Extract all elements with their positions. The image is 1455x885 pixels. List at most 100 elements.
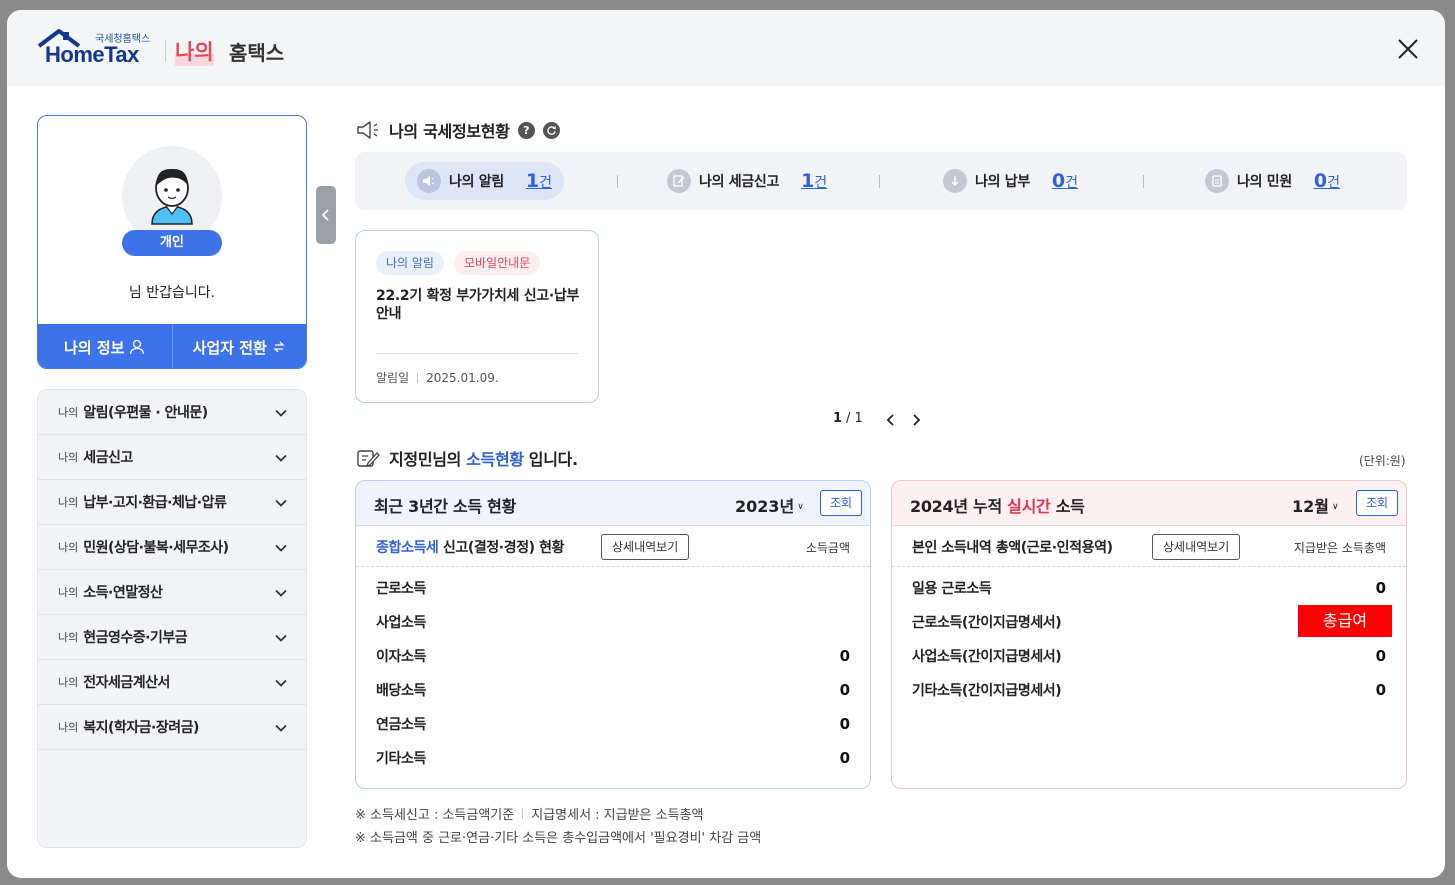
status-divider xyxy=(617,175,618,188)
chevron-left-icon[interactable] xyxy=(884,413,898,427)
status-label: 나의 알림 xyxy=(449,174,504,190)
menu-item-prefix: 나의 xyxy=(58,631,79,644)
logo-divider xyxy=(165,40,166,62)
close-icon[interactable] xyxy=(1395,36,1421,62)
query-button[interactable]: 조회 xyxy=(820,490,862,516)
menu-item-notices[interactable]: 나의 알림(우편물 · 안내문) xyxy=(38,390,306,435)
row-value: 0 xyxy=(839,647,850,665)
my-info-label: 나의 정보 xyxy=(64,338,125,357)
megaphone-icon xyxy=(357,121,378,139)
menu-item-prefix: 나의 xyxy=(58,721,79,734)
status-count[interactable]: 0건 xyxy=(1052,170,1078,192)
income-rows: 일용 근로소득 0 근로소득(간이지급명세서) 총급여 사업소득(간이지급명세서) 0… xyxy=(892,573,1406,709)
clipboard-icon xyxy=(1205,169,1229,193)
my-info-button[interactable]: 나의 정보 xyxy=(38,324,172,368)
status-label: 나의 세금신고 xyxy=(699,174,780,190)
divider xyxy=(417,372,419,383)
menu-item-label: 민원(상담·불복·세무조사) xyxy=(83,540,229,556)
query-button[interactable]: 조회 xyxy=(1356,490,1398,516)
help-icon[interactable]: ? xyxy=(517,121,535,139)
table-row: 근로소득 xyxy=(356,573,870,607)
year-select[interactable]: 2023년 ∨ xyxy=(735,493,804,517)
row-label: 근로소득(간이지급명세서) xyxy=(912,615,1062,631)
hometax-logo[interactable]: 국세청홈택스 HomeTax xyxy=(37,28,157,72)
status-my-tax-filing[interactable]: 나의 세금신고 1건 xyxy=(655,162,839,200)
panel-subtitle: 본인 소득내역 총액(근로·인적용역) xyxy=(912,540,1113,556)
month-select[interactable]: 12월 ∨ xyxy=(1292,493,1339,517)
row-label: 기타소득(간이지급명세서) xyxy=(912,683,1062,699)
personal-badge: 개인 xyxy=(122,230,222,256)
menu-item-label: 납부·고지·환급·체납·압류 xyxy=(83,495,227,511)
brand-my-text: 나의 xyxy=(175,36,214,66)
edit-document-icon xyxy=(667,169,691,193)
status-count[interactable]: 1건 xyxy=(801,170,827,192)
month-select-value: 12월 xyxy=(1292,497,1329,516)
unit-label: (단위:원) xyxy=(1359,454,1406,468)
footnote-text: ※ 소득세신고 : 소득금액기준 xyxy=(355,808,515,823)
menu-item-civil-affairs[interactable]: 나의 민원(상담·불복·세무조사) xyxy=(38,525,306,570)
menu-item-income[interactable]: 나의 소득·연말정산 xyxy=(38,570,306,615)
table-row: 사업소득 xyxy=(356,607,870,641)
menu-item-label: 복지(학자금·장려금) xyxy=(83,720,199,736)
chevron-down-icon: ∨ xyxy=(1332,502,1339,512)
menu-item-tax-filing[interactable]: 나의 세금신고 xyxy=(38,435,306,480)
profile-card: 개인 님 반갑습니다. 나의 정보 사업자 전환 xyxy=(37,115,307,369)
row-label: 근로소득 xyxy=(376,581,426,597)
year-select-value: 2023년 xyxy=(735,497,795,516)
subtitle-highlight: 종합소득세 xyxy=(376,540,439,556)
switch-business-button[interactable]: 사업자 전환 xyxy=(171,324,307,368)
title-prefix: 2024년 누적 xyxy=(910,497,1002,516)
income-title-highlight: 소득현황 xyxy=(466,450,524,469)
income-3year-panel: 최근 3년간 소득 현황 2023년 ∨ 조회 종합소득세 신고(결정·경정) 현… xyxy=(355,480,871,789)
notice-card[interactable]: 나의 알림 모바일안내문 22.2기 확정 부가가치세 신고·납부 안내 알림일… xyxy=(355,230,599,403)
row-label: 사업소득 xyxy=(376,615,426,631)
status-label: 나의 민원 xyxy=(1237,174,1292,190)
notice-date: 2025.01.09. xyxy=(426,370,499,385)
subtitle-text: 신고(결정·경정) 현황 xyxy=(442,540,565,556)
panel-subtitle: 종합소득세 신고(결정·경정) 현황 xyxy=(376,537,565,557)
row-value: 0 xyxy=(1375,681,1386,699)
panel-title: 최근 3년간 소득 현황 xyxy=(374,497,517,516)
column-label: 소득금액 xyxy=(805,541,850,555)
row-label: 연금소득 xyxy=(376,717,426,733)
panel-title: 2024년 누적 실시간 소득 xyxy=(910,493,1085,517)
person-icon xyxy=(130,339,145,355)
table-row: 사업소득(간이지급명세서) 0 xyxy=(892,641,1406,675)
column-label: 지급받은 소득총액 xyxy=(1293,541,1386,555)
chevron-down-icon xyxy=(275,589,287,597)
switch-business-label: 사업자 전환 xyxy=(192,338,267,357)
panel-subheader: 본인 소득내역 총액(근로·인적용역) 상세내역보기 지급받은 소득총액 xyxy=(892,527,1406,567)
income-section-title: 지정민님의 소득현황 입니다. xyxy=(355,446,578,470)
status-count[interactable]: 0건 xyxy=(1314,170,1340,192)
menu-item-payment[interactable]: 나의 납부·고지·환급·체납·압류 xyxy=(38,480,306,525)
view-details-button[interactable]: 상세내역보기 xyxy=(1152,534,1241,560)
panel-header: 최근 3년간 소득 현황 2023년 ∨ 조회 xyxy=(356,481,870,526)
status-divider xyxy=(1143,175,1144,188)
chevron-down-icon xyxy=(275,544,287,552)
status-count[interactable]: 1건 xyxy=(526,170,552,192)
pagination: 1 / 1 xyxy=(833,411,863,426)
menu-item-prefix: 나의 xyxy=(58,451,79,464)
total-pay-button[interactable]: 총급여 xyxy=(1298,605,1392,637)
status-my-notices[interactable]: 나의 알림 1건 xyxy=(405,162,565,200)
footnote-2: ※ 소득금액 중 근로·연금·기타 소득은 총수입금액에서 '필요경비' 차감 … xyxy=(355,827,761,846)
notice-tag-my-notice: 나의 알림 xyxy=(376,251,444,275)
logo-big-text: HomeTax xyxy=(45,42,139,67)
menu-item-label: 알림(우편물 · 안내문) xyxy=(83,405,208,421)
row-value: 0 xyxy=(839,681,850,699)
menu-item-e-invoice[interactable]: 나의 전자세금계산서 xyxy=(38,660,306,705)
chevron-down-icon xyxy=(275,499,287,507)
view-details-button[interactable]: 상세내역보기 xyxy=(601,534,690,560)
status-my-civil-affairs[interactable]: 나의 민원 0건 xyxy=(1193,162,1352,200)
notice-divider xyxy=(376,353,578,354)
status-my-payment[interactable]: 나의 납부 0건 xyxy=(931,162,1090,200)
document-edit-icon xyxy=(357,450,380,468)
menu-item-cash-receipt[interactable]: 나의 현금영수증·기부금 xyxy=(38,615,306,660)
menu-item-welfare[interactable]: 나의 복지(학자금·장려금) xyxy=(38,705,306,750)
footnote-1: ※ 소득세신고 : 소득금액기준 지급명세서 : 지급받은 소득총액 xyxy=(355,804,704,823)
refresh-icon[interactable] xyxy=(542,121,560,139)
chevron-right-icon[interactable] xyxy=(909,413,923,427)
row-value: 0 xyxy=(839,715,850,733)
sidebar-collapse-toggle[interactable] xyxy=(316,186,336,244)
footnote-text: 지급명세서 : 지급받은 소득총액 xyxy=(531,808,704,823)
